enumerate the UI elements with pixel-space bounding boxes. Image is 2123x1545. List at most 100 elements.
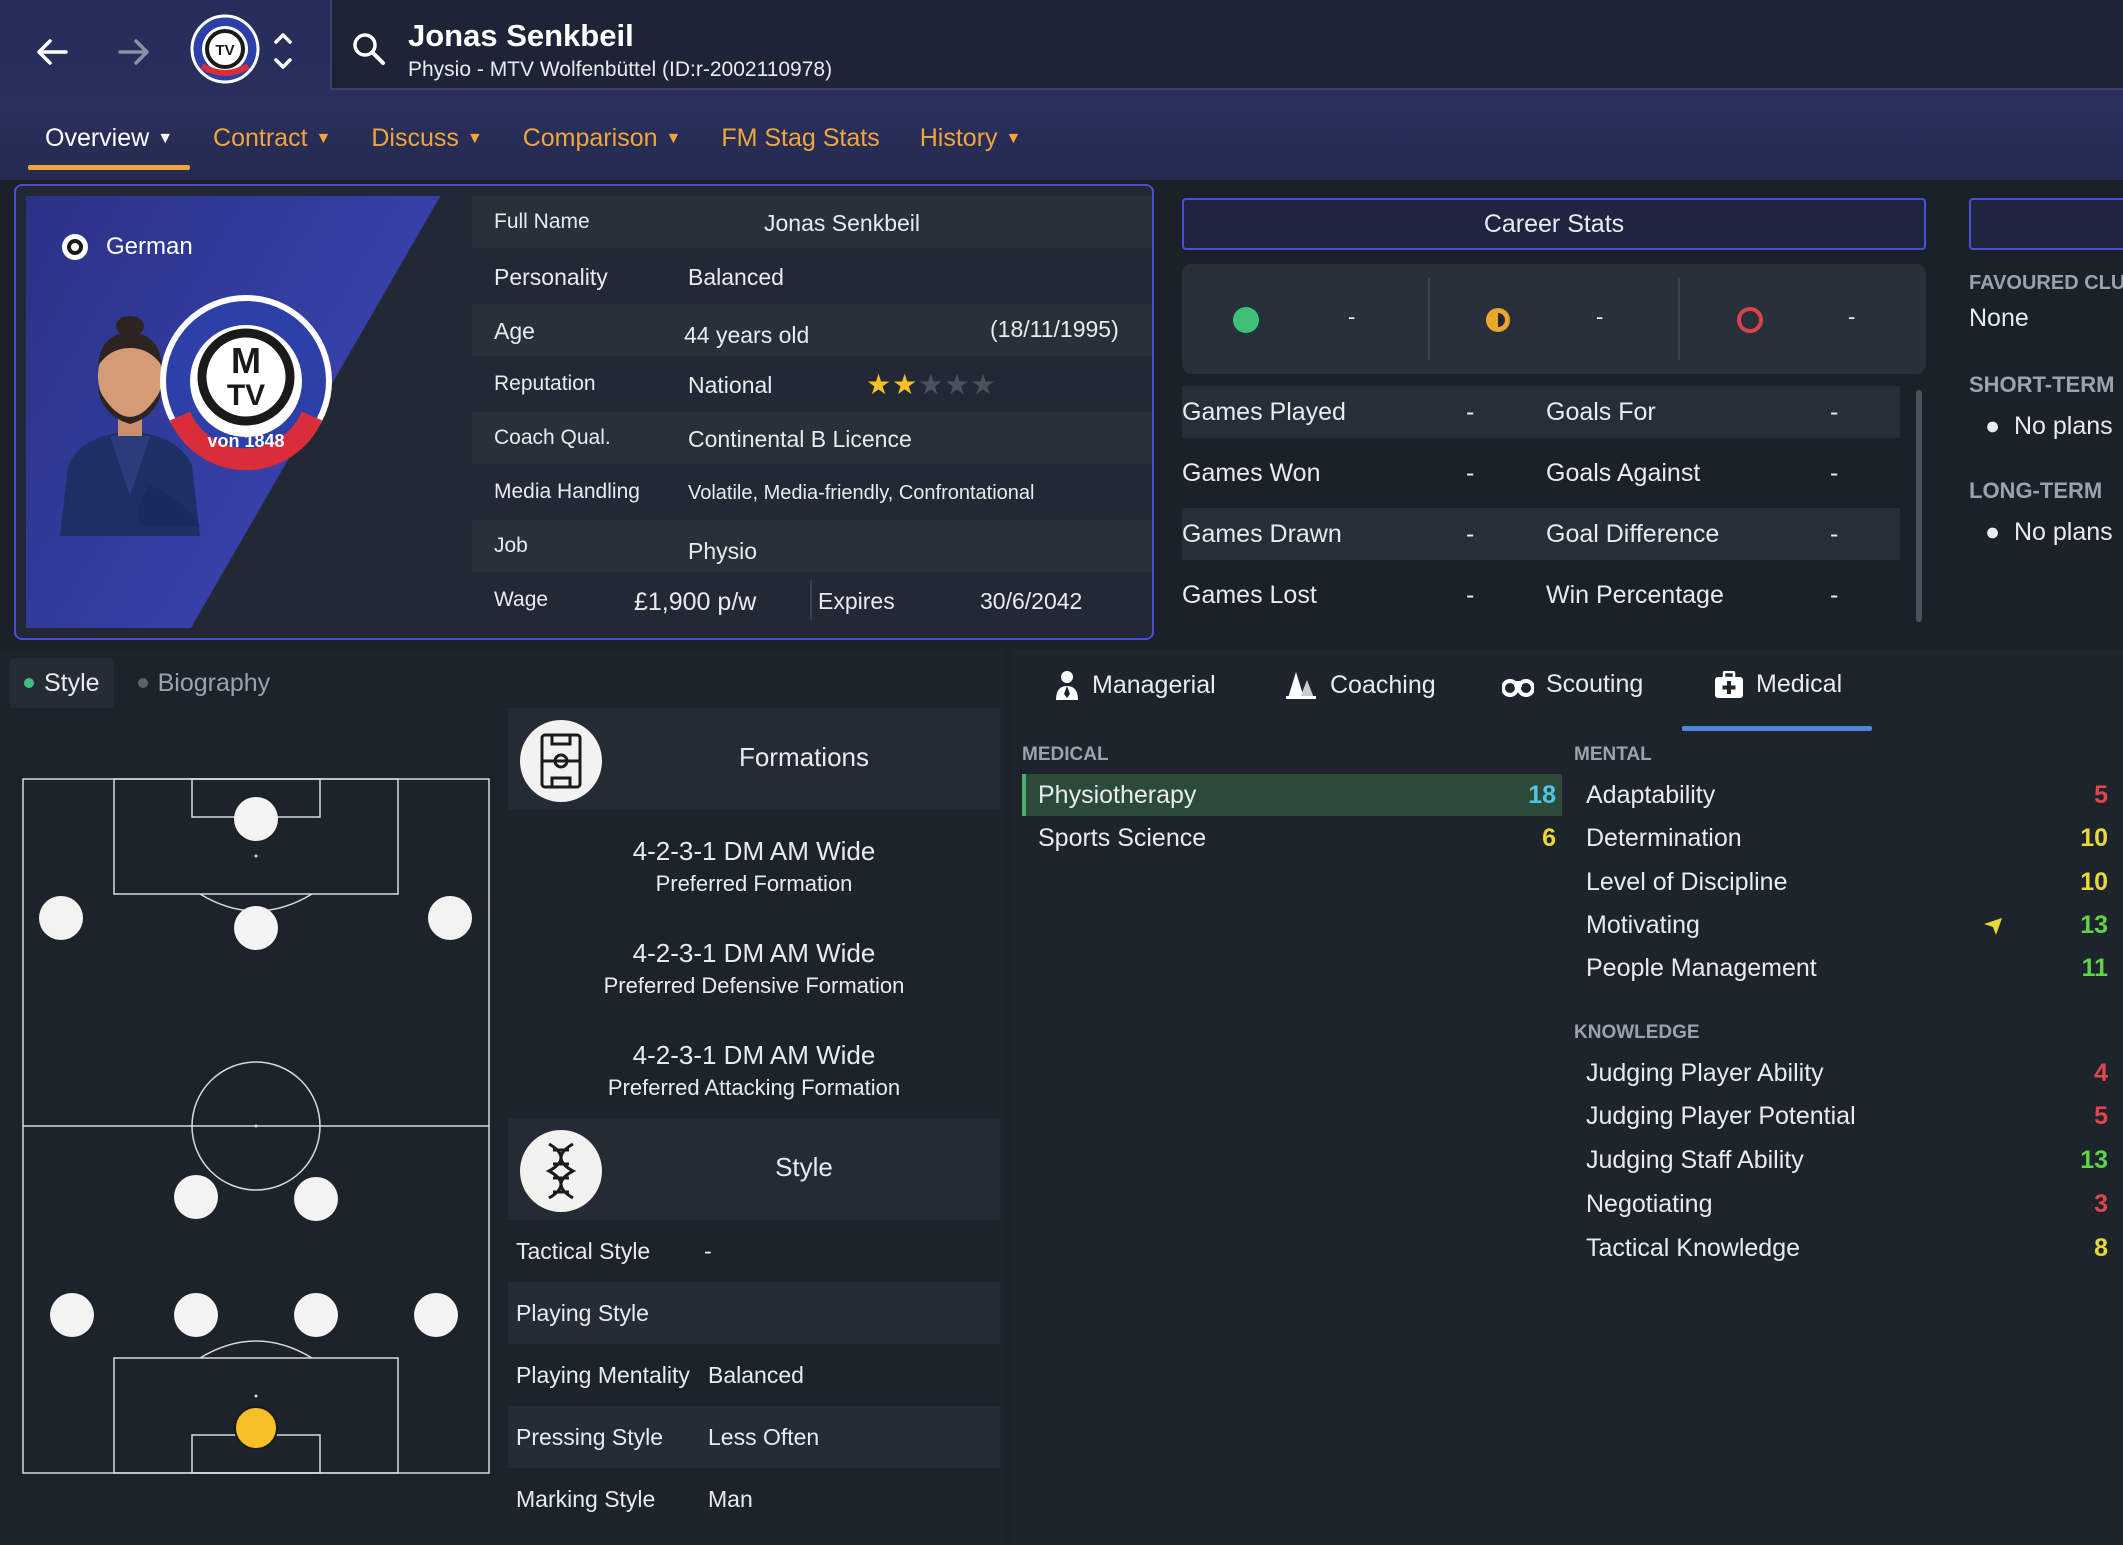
attr-name: People Management	[1586, 954, 1817, 982]
summary-wins: -	[1182, 264, 1430, 374]
club-crest-small[interactable]: TV	[190, 14, 260, 84]
attr-name: Motivating	[1586, 911, 1700, 939]
tab-label: Medical	[1756, 670, 1843, 698]
attr-row-tactical-knowledge[interactable]: Tactical Knowledge 8	[1574, 1227, 2114, 1269]
germany-badge-icon	[62, 234, 88, 260]
career-stats-title[interactable]: Career Stats	[1182, 198, 1926, 250]
tab-contract[interactable]: Contract ▼	[193, 118, 351, 170]
career-scrollbar[interactable]	[1916, 390, 1922, 622]
chevron-down-icon: ▼	[1005, 130, 1022, 148]
stat-value: -	[1466, 520, 1475, 548]
attr-row-discipline[interactable]: Level of Discipline 10	[1574, 861, 2114, 903]
style-value: -	[704, 1238, 712, 1264]
attr-name: Physiotherapy	[1038, 781, 1197, 809]
subtab-style[interactable]: Style	[10, 658, 114, 708]
attr-row-adaptability[interactable]: Adaptability 5	[1574, 774, 2114, 816]
tab-label: Contract	[213, 124, 308, 152]
nationality-label: German	[106, 233, 193, 260]
tab-coaching[interactable]: Coaching	[1284, 670, 1436, 700]
player-marker-dmr[interactable]	[294, 1177, 338, 1221]
tab-label: FM Stag Stats	[721, 124, 880, 152]
full-name-value: Jonas Senkbeil	[764, 210, 920, 236]
career-row: Games Won - Goals Against -	[1182, 447, 1900, 499]
nationality[interactable]: German	[60, 232, 193, 262]
style-row-playing: Playing Style	[508, 1282, 1000, 1344]
svg-text:TV: TV	[215, 42, 234, 59]
attr-row-physiotherapy[interactable]: Physiotherapy 18	[1022, 774, 1562, 816]
attr-row-sports-science[interactable]: Sports Science 6	[1022, 817, 1562, 859]
wage-label: Wage	[494, 588, 549, 611]
tab-scouting[interactable]: Scouting	[1502, 670, 1643, 699]
back-button[interactable]	[22, 22, 82, 82]
attr-name: Adaptability	[1586, 781, 1716, 809]
tab-history[interactable]: History ▼	[900, 118, 1042, 170]
player-marker-amc[interactable]	[234, 906, 278, 950]
style-value: Less Often	[708, 1424, 820, 1450]
summary-losses: -	[1678, 264, 1926, 374]
tab-fm-stag-stats[interactable]: FM Stag Stats	[701, 118, 899, 170]
attr-value: 11	[2081, 954, 2108, 982]
tab-managerial[interactable]: Managerial	[1054, 670, 1216, 700]
win-dot-icon	[1233, 307, 1259, 333]
wage-divider	[810, 580, 812, 620]
star-filled-icon: ★	[892, 369, 919, 400]
formations-section: Formations 4-2-3-1 DM AM Wide Preferred …	[508, 708, 1000, 1543]
style-label: Tactical Style	[516, 1238, 651, 1264]
player-marker-dl[interactable]	[50, 1293, 94, 1337]
attr-row-people-management[interactable]: People Management 11	[1574, 947, 2114, 989]
player-marker-st[interactable]	[234, 797, 278, 841]
formation-desc: Preferred Defensive Formation	[603, 973, 905, 998]
pitch-icon	[520, 720, 602, 802]
tab-comparison[interactable]: Comparison ▼	[503, 118, 702, 170]
loss-ring-icon	[1737, 307, 1763, 333]
formation-name: 4-2-3-1 DM AM Wide	[632, 836, 876, 866]
player-marker-dcr[interactable]	[294, 1293, 338, 1337]
row-full-name: Full Name Jonas Senkbeil	[472, 196, 1152, 248]
attr-row-motivating[interactable]: Motivating 13	[1574, 904, 2114, 946]
wins-value: -	[1348, 304, 1356, 329]
attr-row-judging-player-potential[interactable]: Judging Player Potential 5	[1574, 1095, 2114, 1137]
forward-button[interactable]	[104, 22, 164, 82]
style-label: Pressing Style	[516, 1424, 664, 1450]
tab-medical[interactable]: Medical	[1714, 670, 1842, 699]
style-label: Marking Style	[516, 1486, 656, 1512]
row-coach-qual: Coach Qual. Continental B Licence	[472, 412, 1152, 464]
short-term-item: ● No plans	[1985, 412, 2113, 440]
player-marker-dml[interactable]	[174, 1175, 218, 1219]
row-age: Age 44 years old (18/11/1995)	[472, 304, 1152, 356]
attr-row-determination[interactable]: Determination 10	[1574, 817, 2114, 859]
attr-row-negotiating[interactable]: Negotiating 3	[1574, 1183, 2114, 1225]
formation-defensive: 4-2-3-1 DM AM Wide Preferred Defensive F…	[508, 938, 1000, 999]
search-icon[interactable]	[350, 30, 388, 68]
attr-name: Judging Staff Ability	[1586, 1146, 1804, 1174]
subtab-biography[interactable]: Biography	[124, 658, 285, 708]
formation-attacking: 4-2-3-1 DM AM Wide Preferred Attacking F…	[508, 1040, 1000, 1101]
player-marker-amr[interactable]	[428, 896, 472, 940]
person-search-bar[interactable]: Jonas Senkbeil Physio - MTV Wolfenbüttel…	[330, 0, 2123, 90]
subtab-label: Style	[44, 668, 100, 697]
player-marker-aml[interactable]	[39, 896, 83, 940]
player-marker-gk[interactable]	[234, 1406, 278, 1450]
attr-row-judging-staff-ability[interactable]: Judging Staff Ability 13	[1574, 1139, 2114, 1181]
career-row: Games Drawn - Goal Difference -	[1182, 508, 1900, 560]
tab-overview[interactable]: Overview ▼	[25, 118, 193, 170]
inactive-dot-icon	[137, 678, 148, 688]
club-switch-arrows[interactable]	[268, 26, 298, 76]
stat-value: -	[1830, 581, 1839, 609]
player-marker-dcl[interactable]	[174, 1293, 218, 1337]
job-label: Job	[494, 534, 528, 557]
attr-value: 4	[2094, 1059, 2108, 1087]
attr-row-judging-player-ability[interactable]: Judging Player Ability 4	[1574, 1052, 2114, 1094]
right-tab-button[interactable]	[1969, 198, 2123, 250]
style-title: Style	[775, 1152, 833, 1182]
tab-label: Managerial	[1092, 670, 1216, 699]
tab-discuss[interactable]: Discuss ▼	[351, 118, 502, 170]
losses-value: -	[1848, 304, 1856, 329]
stat-label: Games Drawn	[1182, 520, 1342, 548]
formation-preferred: 4-2-3-1 DM AM Wide Preferred Formation	[508, 836, 1000, 897]
media-label: Media Handling	[494, 480, 640, 503]
tab-label: Coaching	[1330, 670, 1436, 699]
medical-group-label: MEDICAL	[1022, 744, 1109, 765]
chevron-down-icon: ▼	[315, 130, 332, 148]
player-marker-dr[interactable]	[414, 1293, 458, 1337]
